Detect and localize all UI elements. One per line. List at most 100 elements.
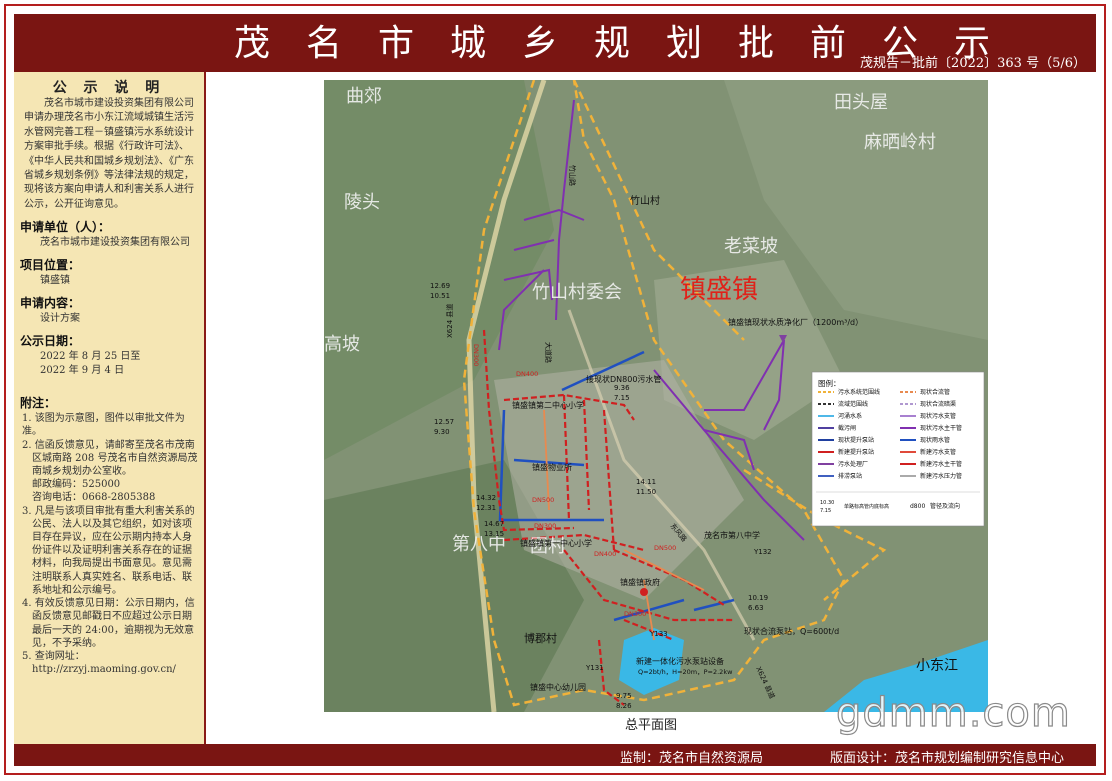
legend-item-label: 新建污水压力管 [920, 472, 962, 480]
town-name-label: 镇盛镇 [680, 275, 758, 305]
content-label: 申请内容： [20, 296, 81, 311]
pump-id-label: Y133 [649, 630, 668, 638]
property-office-label: 镇盛物业所 [532, 462, 572, 472]
elev-label: 12.31 [476, 504, 496, 512]
legend-elev-note: 单路标高管内底标高 [844, 503, 889, 510]
date-label: 公示日期： [20, 334, 81, 349]
map-panel: 曲郊 田头屋 麻晒岭村 陵头 老菜坡 竹山村委会 高坡 第八中 团村 竹山村 博… [206, 72, 1096, 744]
notes-label: 附注： [20, 396, 57, 411]
site-plan-map: 曲郊 田头屋 麻晒岭村 陵头 老菜坡 竹山村委会 高坡 第八中 团村 竹山村 博… [324, 80, 988, 712]
map-legend: 图例： 污水系统范围线流域范围线河涌水系截污闸现状提升泵站新建提升泵站污水处理厂… [811, 371, 985, 527]
place-qujiao: 曲郊 [346, 86, 382, 107]
applicant-label: 申请单位（人）： [20, 220, 111, 235]
elev-label: 14.32 [476, 494, 496, 502]
legend-dn-note: 管径及流向 [930, 502, 960, 510]
elev-label: 8.26 [616, 702, 632, 710]
pipe-label: DN300 [472, 344, 480, 366]
pipe-label: DN500 [654, 544, 676, 552]
legend-elev-bottom: 7.15 [820, 508, 831, 514]
pump-station-spec: Q=2bt/h，H=20m，P=2.2kw [638, 668, 733, 676]
place-tiantouwu: 田头屋 [834, 92, 888, 113]
legend-item-label: 流域范围线 [838, 400, 868, 408]
place-bojun: 博郡村 [524, 631, 557, 645]
legend-item-label: 现状合流暗渠 [920, 400, 956, 408]
elev-label: 7.15 [614, 394, 630, 402]
notice-intro: 茂名市城市建设投资集团有限公司申请办理茂名市小东江流域城镇生活污水管网完善工程－… [24, 98, 194, 210]
legend-item-label: 现状污水主干管 [920, 424, 962, 432]
footer-bar: 监制：茂名市自然资源局 版面设计：茂名市规划编制研究信息中心 [14, 744, 1096, 766]
notice-title: 公 示 说 明 [52, 80, 166, 96]
legend-item-label: 截污闸 [838, 424, 856, 432]
place-gaopo: 高坡 [324, 334, 360, 355]
elev-label: 12.57 [434, 418, 454, 426]
query-url-link[interactable]: http://zrzyj.maoming.gov.cn/ [14, 663, 204, 676]
location-value: 镇盛镇 [40, 275, 70, 287]
elev-label: 6.63 [748, 604, 764, 612]
date-to: 2022 年 9 月 4 日 [40, 365, 125, 377]
treatment-plant-label: 镇盛镇现状水质净化厂（1200m³/d） [728, 317, 863, 327]
legend-item-label: 现状提升泵站 [838, 436, 874, 444]
pipe-label: DN300 [624, 610, 646, 618]
legend-elev-top: 10.30 [820, 500, 834, 506]
legend-item-label: 河涌水系 [838, 412, 862, 420]
elev-label: 10.51 [430, 292, 450, 300]
legend-item-label: 现状合流管 [920, 388, 950, 396]
legend-item-label: 污水系统范围线 [838, 388, 880, 396]
watermark-logo: gdmm.com [835, 689, 1071, 736]
legend-title: 图例： [818, 378, 841, 388]
content-value: 设计方案 [40, 313, 80, 325]
applicant-value: 茂名市城市建设投资集团有限公司 [40, 237, 190, 249]
note-4: 4. 有效反馈意见日期：公示日期内，信函反馈意见邮戳日不应超过公示日期最后一天的… [22, 598, 195, 649]
pump-id-label: Y131 [585, 664, 604, 672]
legend-item-label: 新建污水主干管 [920, 460, 962, 468]
pipe-label: DN300 [534, 522, 556, 530]
pipe-label: DN500 [532, 496, 554, 504]
pump-station-label: 新建一体化污水泵站设备 [636, 656, 724, 666]
legend-item-label: 新建提升泵站 [838, 448, 874, 456]
legend-dn-sample: d800 [910, 503, 925, 510]
elev-label: 11.50 [636, 488, 656, 496]
legend-item-label: 污水处理厂 [838, 460, 868, 468]
footer-supervisor: 监制：茂名市自然资源局 [620, 751, 764, 766]
elev-label: 10.19 [748, 594, 768, 602]
note-postcode: 邮政编码：525000 [32, 479, 121, 491]
place-mashailing: 麻晒岭村 [864, 132, 936, 153]
school1-label: 镇盛镇第一中心小学 [520, 538, 592, 548]
pump-id-label: Y132 [753, 548, 772, 556]
legend-item-label: 排涝泵站 [838, 472, 862, 480]
note-3: 3. 凡是与该项目审批有重大利害关系的公民、法人以及其它组织，如对该项目存在异议… [22, 505, 195, 596]
legend-item-label: 现状雨水管 [920, 436, 950, 444]
school8-label: 茂名市第八中学 [704, 530, 760, 540]
note-2: 2. 信函反馈意见，请邮寄至茂名市茂南区城南路 208 号茂名市自然资源局茂南城… [22, 439, 198, 478]
document-number: 茂规告－批前〔2022〕363 号（5/6） [860, 56, 1086, 71]
place-lingsan: 陵头 [344, 192, 380, 213]
place-zhushan: 竹山村 [630, 194, 660, 207]
legend-item-label: 现状污水支管 [920, 412, 956, 420]
note-5: 5. 查询网址： [22, 650, 85, 662]
pipe-label: DN400 [516, 370, 538, 378]
elev-label: 14.67 [484, 520, 504, 528]
road-zhushan-label: 竹山路 [568, 165, 577, 186]
place-xiaodongjiang: 小东江 [916, 658, 958, 674]
road-x624-label-a: X624 县道 [445, 304, 454, 338]
elev-label: 13.15 [484, 530, 504, 538]
pipe-label: DN400 [594, 550, 616, 558]
date-from: 2022 年 8 月 25 日至 [40, 351, 141, 363]
elev-label: 9.36 [614, 384, 630, 392]
combined-pump-label: 现状合流泵站，Q=600t/d [744, 626, 839, 636]
note-1: 1. 该图为示意图，图件以审批文件为准。 [22, 413, 185, 438]
footer-designer: 版面设计：茂名市规划编制研究信息中心 [830, 751, 1065, 766]
note-phone: 咨询电话：0668-2805388 [32, 492, 156, 504]
place-laocaipo: 老菜坡 [724, 236, 778, 257]
elev-label: 14.11 [636, 478, 656, 486]
gov-star-marker [640, 588, 648, 596]
kindergarten-label: 镇盛中心幼儿园 [530, 682, 586, 692]
school2-label: 镇盛镇第二中心小学 [512, 400, 584, 410]
elev-label: 12.69 [430, 282, 450, 290]
gov-label: 镇盛镇政府 [620, 577, 660, 587]
location-label: 项目位置： [20, 258, 81, 273]
place-zhushan-faded: 竹山村委会 [532, 282, 622, 303]
legend-item-label: 新建污水支管 [920, 448, 956, 456]
elev-label: 9.75 [616, 692, 632, 700]
elev-label: 9.30 [434, 428, 450, 436]
